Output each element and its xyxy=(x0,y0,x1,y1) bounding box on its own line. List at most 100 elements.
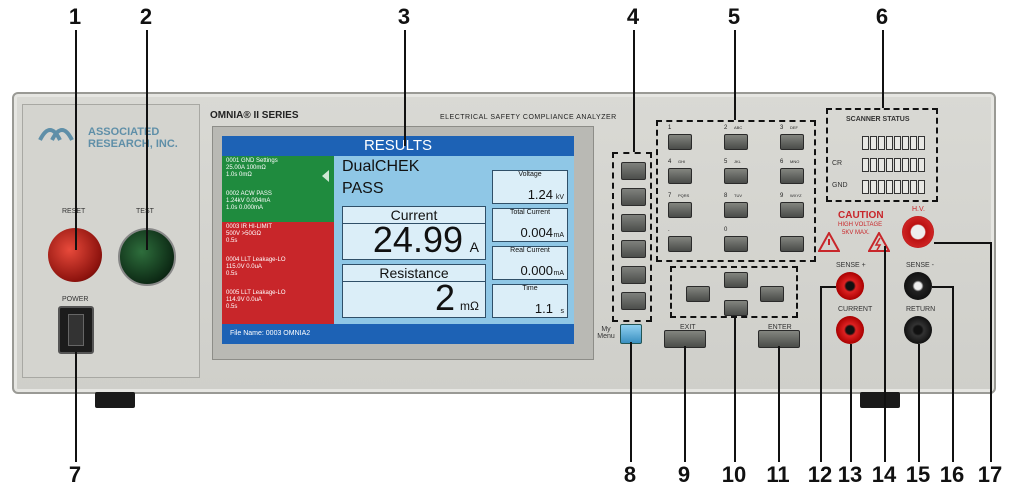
time-box: Time 1.1 s xyxy=(492,284,568,318)
callout-leader-7 xyxy=(75,352,77,462)
keypad-key[interactable] xyxy=(724,134,748,150)
softkey-3[interactable] xyxy=(621,214,646,232)
step-line: 0.5s xyxy=(226,238,238,244)
scanner-channel-indicator xyxy=(910,136,917,150)
softkey-5[interactable] xyxy=(621,266,646,284)
sense-plus-jack[interactable] xyxy=(836,272,864,300)
step-row: 0003 IR HI-LIMIT 500V >50GΩ 0.5s xyxy=(222,222,334,255)
callout-number: 3 xyxy=(397,4,411,29)
keypad-key[interactable] xyxy=(780,202,804,218)
scanner-row-label: CR xyxy=(832,160,843,167)
callout-number: 17 xyxy=(977,462,1003,487)
keypad-key[interactable] xyxy=(780,134,804,150)
keypad-key-label: 9 xyxy=(780,193,784,199)
callout-leader-3 xyxy=(404,30,406,146)
resistance-unit: mΩ xyxy=(460,299,479,313)
scanner-channel-indicator xyxy=(918,136,925,150)
file-name-bar: File Name: 0003 OMNIA2 xyxy=(222,324,574,344)
keypad-key-label: 3 xyxy=(780,125,784,131)
test-name: DualCHEK xyxy=(342,158,420,175)
step-line: 0.5s xyxy=(226,304,238,310)
callout-number: 6 xyxy=(875,4,889,29)
softkey-6[interactable] xyxy=(621,292,646,310)
arrow-down-button[interactable] xyxy=(724,300,748,316)
step-line: 1.0s 0mΩ xyxy=(226,172,252,178)
keypad-key-letters: MNO xyxy=(790,159,800,164)
test-status: PASS xyxy=(342,180,384,197)
callout-number: 10 xyxy=(721,462,747,487)
power-switch[interactable] xyxy=(58,306,94,354)
resistance-box: Resistance 2 mΩ xyxy=(342,264,486,318)
real-current-box: Real Current 0.000 mA xyxy=(492,246,568,280)
real-current-caption: Real Current xyxy=(510,247,550,254)
caution-line-1: HIGH VOLTAGE xyxy=(838,222,883,228)
total-current-box: Total Current 0.004 mA xyxy=(492,208,568,242)
scanner-channel-indicator xyxy=(902,136,909,150)
keypad-key[interactable] xyxy=(780,168,804,184)
scanner-status-title: SCANNER STATUS xyxy=(846,116,910,123)
keypad-key-label: . xyxy=(668,227,670,233)
sense-minus-jack[interactable] xyxy=(904,272,932,300)
callout-number: 4 xyxy=(626,4,640,29)
callout-number: 2 xyxy=(139,4,153,29)
sense-plus-label: SENSE + xyxy=(836,262,866,269)
voltage-caption: Voltage xyxy=(518,171,542,178)
left-foot xyxy=(95,392,135,408)
scanner-channel-indicator xyxy=(910,180,917,194)
callout-number: 13 xyxy=(837,462,863,487)
keypad-key[interactable] xyxy=(668,134,692,150)
time-unit: s xyxy=(560,308,565,315)
softkey-1[interactable] xyxy=(621,162,646,180)
callout-number: 5 xyxy=(727,4,741,29)
callout-leader-6 xyxy=(882,30,884,108)
current-jack[interactable] xyxy=(836,316,864,344)
scanner-channel-indicator xyxy=(862,180,869,194)
keypad-key[interactable] xyxy=(724,202,748,218)
callout-leader-14 xyxy=(884,246,886,462)
callout-leader-2 xyxy=(146,30,148,250)
callout-number: 16 xyxy=(939,462,965,487)
step-line: 115.0V 0.0uA xyxy=(226,264,262,270)
caution-title: CAUTION xyxy=(838,210,884,221)
keypad-key[interactable] xyxy=(668,202,692,218)
product-name: ELECTRICAL SAFETY COMPLIANCE ANALYZER xyxy=(440,114,617,121)
arrow-up-button[interactable] xyxy=(724,272,748,288)
real-current-unit: mA xyxy=(553,270,565,277)
hv-output-jack[interactable] xyxy=(902,216,934,248)
keypad-key-letters: TUV xyxy=(734,193,742,198)
warning-triangle-icon xyxy=(817,230,841,257)
keypad-key-label: 1 xyxy=(668,125,672,131)
return-jack[interactable] xyxy=(904,316,932,344)
keypad-key[interactable] xyxy=(780,236,804,252)
step-row: 0001 GND Settings 25.00A 100mΩ 1.0s 0mΩ xyxy=(222,156,334,189)
arrow-right-button[interactable] xyxy=(760,286,784,302)
callout-leader-5 xyxy=(734,30,736,120)
step-line: 0005 LLT Leakage-LO xyxy=(226,290,286,296)
keypad-key-label: 6 xyxy=(780,159,784,165)
scanner-channel-indicator xyxy=(886,136,893,150)
keypad-key-label: 4 xyxy=(668,159,672,165)
callout-number: 9 xyxy=(677,462,691,487)
arrow-left-button[interactable] xyxy=(686,286,710,302)
callout-leader-15 xyxy=(918,344,920,462)
voltage-box: Voltage 1.24 kV xyxy=(492,170,568,204)
resistance-value: 2 xyxy=(434,277,455,318)
keypad-key[interactable] xyxy=(724,168,748,184)
hv-label: H.V. xyxy=(912,206,925,213)
softkey-4[interactable] xyxy=(621,240,646,258)
keypad-key[interactable] xyxy=(724,236,748,252)
scanner-channel-indicator xyxy=(910,158,917,172)
scanner-channel-indicator xyxy=(894,158,901,172)
keypad-key-label: 5 xyxy=(724,159,728,165)
softkey-2[interactable] xyxy=(621,188,646,206)
keypad-key[interactable] xyxy=(668,236,692,252)
keypad-key[interactable] xyxy=(668,168,692,184)
my-menu-button[interactable] xyxy=(620,324,642,344)
callout-leader-11 xyxy=(778,346,780,462)
step-line: 500V >50GΩ xyxy=(226,231,262,237)
voltage-value: 1.24 xyxy=(527,187,553,202)
step-row: 0005 LLT Leakage-LO 114.9V 0.0uA 0.5s xyxy=(222,288,334,324)
step-line: 0001 GND Settings xyxy=(226,158,278,164)
callout-leader-12 xyxy=(820,286,822,462)
right-foot xyxy=(860,392,900,408)
